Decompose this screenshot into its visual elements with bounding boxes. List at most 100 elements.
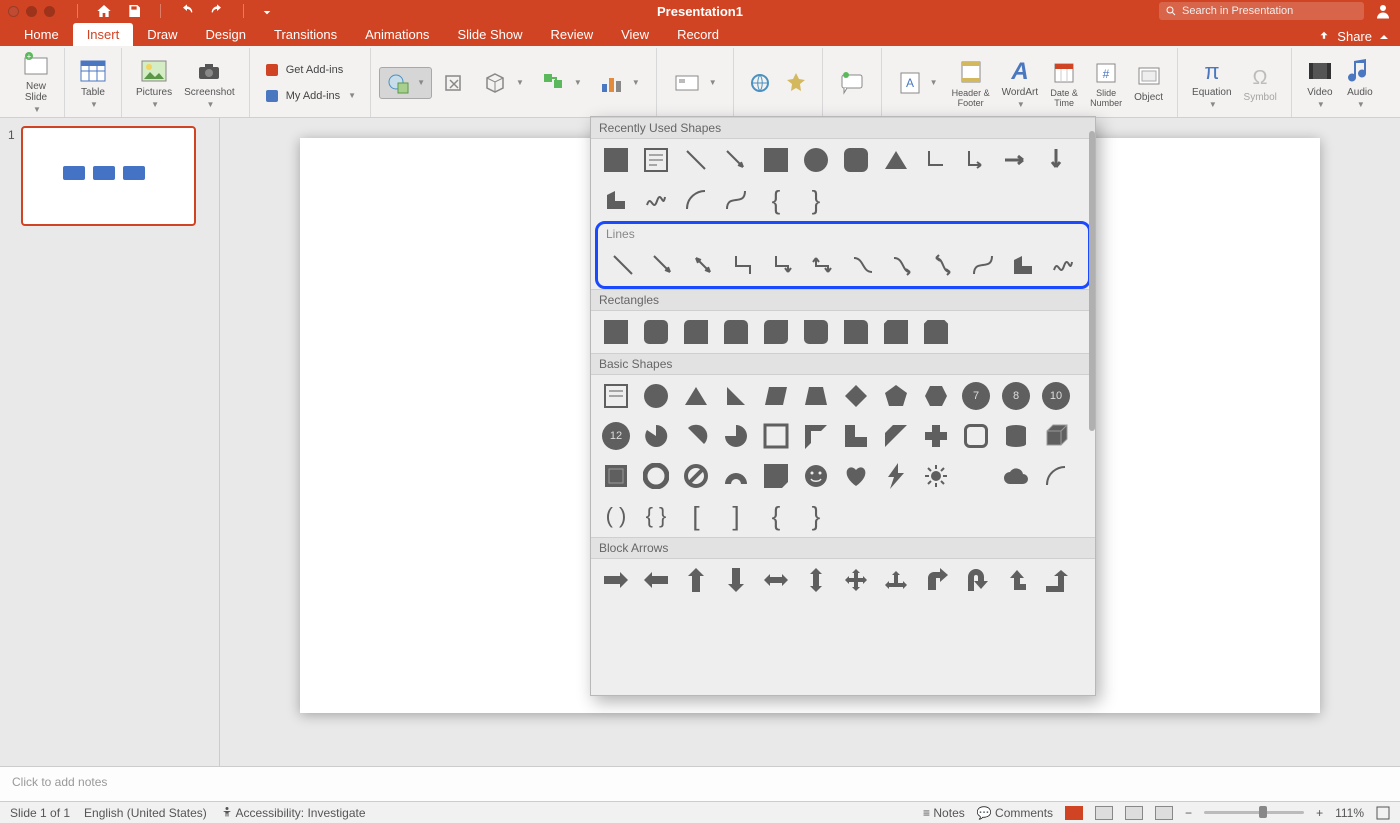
ba-bent[interactable] — [921, 565, 951, 595]
bs-right-triangle[interactable] — [721, 381, 751, 411]
elbow-connector[interactable] — [728, 250, 758, 280]
tab-view[interactable]: View — [607, 23, 663, 46]
rect-4[interactable] — [721, 317, 751, 347]
bs-lightning[interactable] — [881, 461, 911, 491]
bs-block-arc[interactable] — [721, 461, 751, 491]
tab-slideshow[interactable]: Slide Show — [443, 23, 536, 46]
screenshot-button[interactable]: Screenshot▼ — [178, 52, 241, 114]
zoom-level[interactable]: 111% — [1335, 806, 1364, 820]
header-footer-button[interactable]: Header & Footer — [946, 52, 996, 114]
bs-heptagon[interactable]: 7 — [961, 381, 991, 411]
bs-chord[interactable] — [681, 421, 711, 451]
smartart-button[interactable]: ▼ — [532, 70, 590, 96]
equation-button[interactable]: π Equation▼ — [1186, 52, 1237, 114]
curved-connector[interactable] — [848, 250, 878, 280]
search-input[interactable]: Search in Presentation — [1159, 2, 1364, 20]
3d-models-button[interactable]: ▼ — [474, 70, 532, 96]
view-normal[interactable] — [1065, 806, 1083, 820]
shape-textbox[interactable] — [641, 145, 671, 175]
bs-teardrop[interactable] — [721, 421, 751, 451]
shape-freeform[interactable] — [601, 185, 631, 215]
shape-rounded-rect[interactable] — [841, 145, 871, 175]
action-button[interactable] — [778, 71, 814, 95]
bs-right-bracket[interactable]: ] — [721, 501, 751, 531]
shape-brace-left[interactable]: { — [761, 185, 791, 215]
zoom-slider[interactable] — [1204, 811, 1304, 814]
qat-customize-icon[interactable] — [262, 3, 272, 19]
tab-design[interactable]: Design — [192, 23, 260, 46]
ba-down[interactable] — [721, 565, 751, 595]
bs-oval[interactable] — [641, 381, 671, 411]
close-window[interactable] — [8, 6, 19, 17]
status-comments-button[interactable]: 💬 Comments — [977, 806, 1053, 820]
bs-octagon[interactable]: 8 — [1001, 381, 1031, 411]
bs-moon[interactable] — [961, 461, 991, 491]
pictures-button[interactable]: Pictures▼ — [130, 52, 178, 114]
tab-review[interactable]: Review — [536, 23, 607, 46]
status-notes-button[interactable]: ≡ Notes — [923, 806, 965, 820]
get-addins-button[interactable]: Get Add-ins — [258, 59, 362, 81]
tab-insert[interactable]: Insert — [73, 23, 134, 46]
fit-to-window-icon[interactable] — [1376, 806, 1390, 820]
view-reading[interactable] — [1125, 806, 1143, 820]
bs-heart[interactable] — [841, 461, 871, 491]
bs-smiley[interactable] — [801, 461, 831, 491]
bs-folded-corner[interactable] — [761, 461, 791, 491]
ba-left-right-up[interactable] — [881, 565, 911, 595]
audio-button[interactable]: Audio▼ — [1340, 52, 1380, 114]
shape-line[interactable] — [681, 145, 711, 175]
zoom-button[interactable]: ▼ — [665, 71, 725, 95]
date-time-button[interactable]: Date & Time — [1044, 52, 1084, 114]
line-double-arrow[interactable] — [688, 250, 718, 280]
shape-elbow-arrow[interactable] — [961, 145, 991, 175]
bs-pie[interactable] — [641, 421, 671, 451]
bs-diagonal-stripe[interactable] — [881, 421, 911, 451]
shape-elbow[interactable] — [921, 145, 951, 175]
status-accessibility[interactable]: Accessibility: Investigate — [221, 806, 366, 820]
bs-plaque[interactable] — [961, 421, 991, 451]
tab-record[interactable]: Record — [663, 23, 733, 46]
video-button[interactable]: Video▼ — [1300, 52, 1340, 114]
ba-right[interactable] — [601, 565, 631, 595]
bs-sun[interactable] — [921, 461, 951, 491]
my-addins-button[interactable]: My Add-ins▼ — [258, 85, 362, 107]
ba-up-down[interactable] — [801, 565, 831, 595]
curved-arrow-connector[interactable] — [888, 250, 918, 280]
bs-pentagon[interactable] — [881, 381, 911, 411]
bs-cross[interactable] — [921, 421, 951, 451]
slide-thumbnail-1[interactable] — [21, 126, 196, 226]
redo-icon[interactable] — [209, 3, 225, 19]
bs-dodecagon[interactable]: 12 — [601, 421, 631, 451]
freeform-tool[interactable] — [1008, 250, 1038, 280]
rect-2[interactable] — [641, 317, 671, 347]
line-arrow[interactable] — [648, 250, 678, 280]
bs-double-bracket[interactable]: ( ) — [601, 501, 631, 531]
zoom-out[interactable]: − — [1185, 806, 1192, 820]
shape-arrow-right[interactable] — [1001, 145, 1031, 175]
ba-left-up[interactable] — [1001, 565, 1031, 595]
rect-9[interactable] — [921, 317, 951, 347]
ba-left[interactable] — [641, 565, 671, 595]
shape-arrow-down[interactable] — [1041, 145, 1071, 175]
bs-left-bracket[interactable]: [ — [681, 501, 711, 531]
status-language[interactable]: English (United States) — [84, 806, 207, 820]
bs-cloud[interactable] — [1001, 461, 1031, 491]
bs-l-shape[interactable] — [841, 421, 871, 451]
tab-transitions[interactable]: Transitions — [260, 23, 351, 46]
ba-left-right[interactable] — [761, 565, 791, 595]
bs-right-brace[interactable]: } — [801, 501, 831, 531]
ba-up[interactable] — [681, 565, 711, 595]
shape-arc[interactable] — [681, 185, 711, 215]
tab-home[interactable]: Home — [10, 23, 73, 46]
bs-frame[interactable] — [761, 421, 791, 451]
rect-1[interactable] — [601, 317, 631, 347]
home-icon[interactable] — [96, 3, 112, 19]
table-button[interactable]: Table▼ — [73, 52, 113, 114]
bs-diamond[interactable] — [841, 381, 871, 411]
shape-rectangle[interactable] — [601, 145, 631, 175]
slide-number-button[interactable]: # Slide Number — [1084, 52, 1128, 114]
curve-tool[interactable] — [968, 250, 998, 280]
shape-curve[interactable] — [721, 185, 751, 215]
shape-oval[interactable] — [801, 145, 831, 175]
collapse-ribbon-icon[interactable] — [1378, 31, 1390, 43]
